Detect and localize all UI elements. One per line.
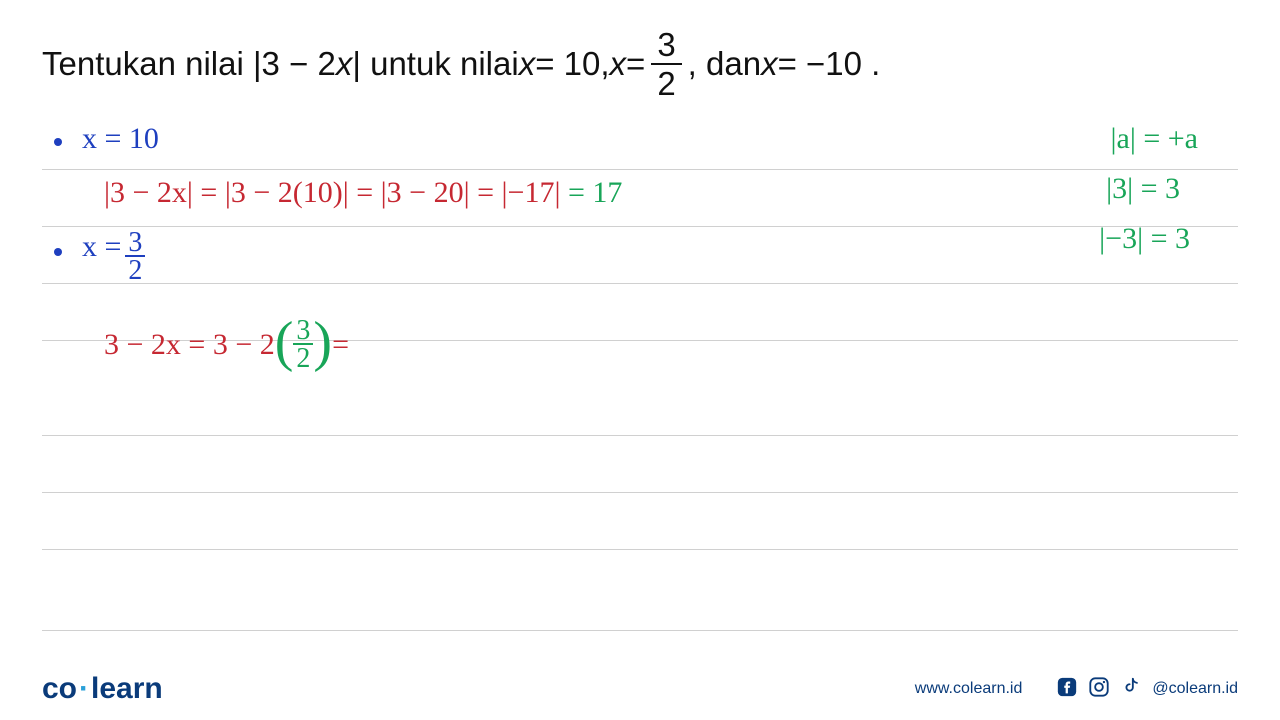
ruled-line: [42, 492, 1238, 493]
ruled-line: [42, 226, 1238, 227]
problem-text-6: = −10 .: [778, 43, 881, 86]
bullet-icon: [54, 248, 62, 256]
social-group: @colearn.id: [1056, 676, 1238, 703]
instagram-icon: [1088, 676, 1110, 703]
case1-green: = 17: [560, 176, 622, 209]
whiteboard-area: x = 10 |3 − 2x| = |3 − 2(10)| = |3 − 20|…: [42, 122, 1238, 662]
ruled-line: [42, 435, 1238, 436]
problem-text-4: =: [626, 43, 645, 86]
tiktok-icon: [1120, 676, 1142, 703]
brand-dot-icon: ·: [79, 672, 89, 705]
brand-logo: co·learn: [42, 672, 163, 706]
social-handle: @colearn.id: [1152, 680, 1238, 698]
paren-open-icon: (: [275, 319, 294, 367]
green-frac-num: 3: [293, 318, 313, 345]
problem-var-3: x: [610, 43, 627, 86]
bullet-icon: [54, 138, 62, 146]
case2-work: 3 − 2x = 3 − 2 ( 3 2 ) =: [104, 318, 349, 371]
problem-text-5: , dan: [688, 43, 761, 86]
problem-var-4: x: [761, 43, 778, 86]
problem-text-1: Tentukan nilai |3 − 2: [42, 43, 336, 86]
case2-green-frac: 3 2: [293, 318, 313, 371]
problem-fraction: 3 2: [651, 28, 681, 100]
fraction-numerator: 3: [651, 28, 681, 65]
problem-var-2: x: [519, 43, 536, 86]
case1-label: x = 10: [82, 122, 159, 156]
brand-learn: learn: [91, 672, 163, 705]
ruled-line: [42, 630, 1238, 631]
case1-solution: |3 − 2x| = |3 − 2(10)| = |3 − 20| = |−17…: [104, 176, 622, 210]
problem-var-1: x: [336, 43, 353, 86]
paren-close-icon: ): [313, 319, 332, 367]
ruled-line: [42, 169, 1238, 170]
fraction-denominator: 2: [657, 65, 675, 100]
ruled-line: [42, 283, 1238, 284]
green-frac-den: 2: [296, 345, 310, 371]
case2-frac-num: 3: [125, 230, 145, 257]
rule-3: |−3| = 3: [1099, 222, 1190, 256]
facebook-icon: [1056, 676, 1078, 703]
footer: co·learn www.colearn.id @colearn.id: [0, 658, 1280, 720]
case2-frac-den: 2: [128, 257, 142, 283]
case2-red-suffix: =: [332, 328, 349, 362]
case2-prefix: x =: [82, 230, 121, 264]
footer-url: www.colearn.id: [915, 680, 1023, 698]
rule-2: |3| = 3: [1106, 172, 1180, 206]
brand-co: co: [42, 672, 77, 705]
case1-red: |3 − 2x| = |3 − 2(10)| = |3 − 20| = |−17…: [104, 176, 560, 209]
problem-text-2: | untuk nilai: [352, 43, 518, 86]
case2-fraction: 3 2: [125, 230, 145, 283]
case2-red-prefix: 3 − 2x = 3 − 2: [104, 328, 275, 362]
ruled-line: [42, 549, 1238, 550]
problem-statement: Tentukan nilai |3 − 2x| untuk nilai x = …: [42, 28, 1238, 100]
problem-text-3: = 10,: [535, 43, 609, 86]
rule-1: |a| = +a: [1111, 122, 1198, 156]
case2-label: x = 3 2: [82, 230, 145, 283]
